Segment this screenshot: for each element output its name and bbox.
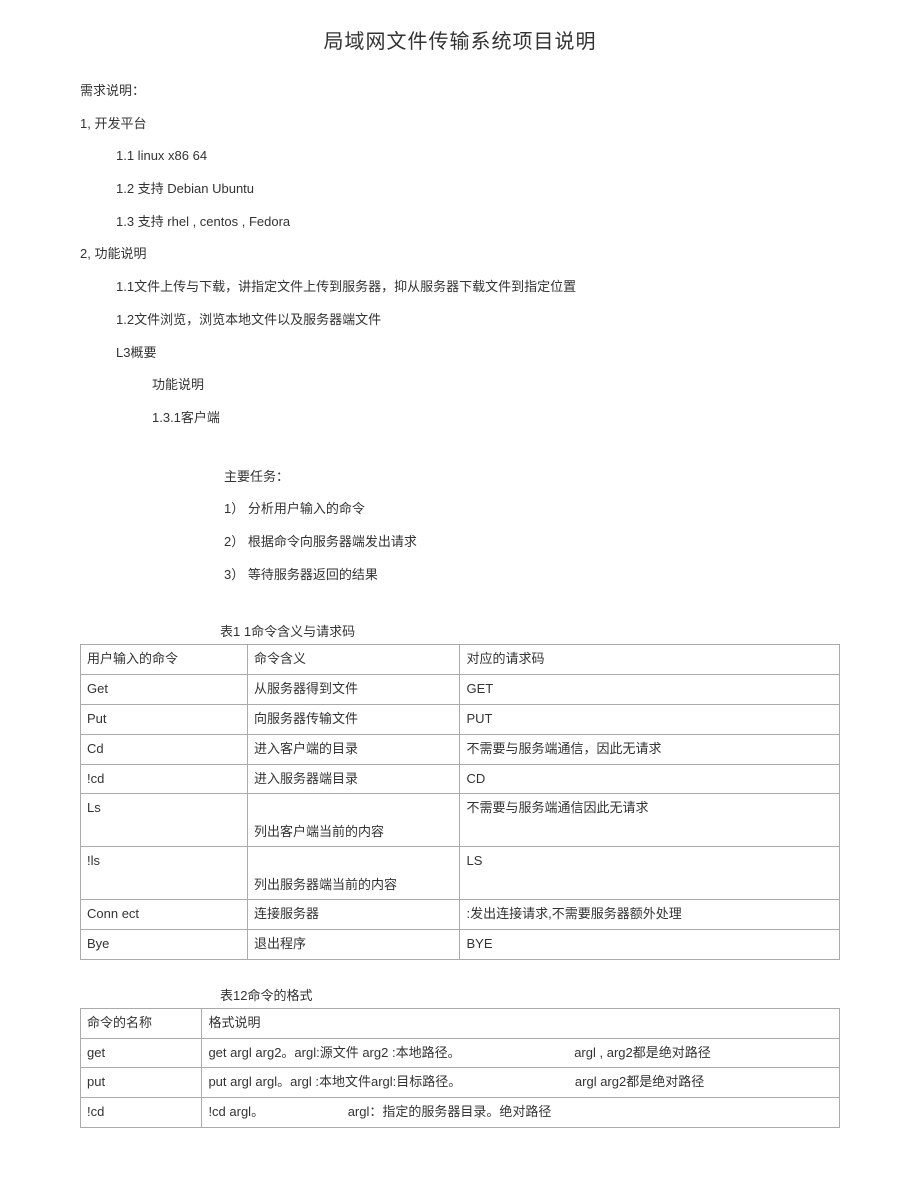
td: 列出服务器端当前的内容 — [247, 847, 460, 900]
sec2-heading: 2, 功能说明 — [80, 242, 840, 267]
td: Get — [81, 675, 248, 705]
sec2-line: 1.2文件浏览，浏览本地文件以及服务器端文件 — [80, 308, 840, 333]
table-row: Get 从服务器得到文件 GET — [81, 675, 840, 705]
fmt-note: argl：指定的服务器目录。绝对路径 — [348, 1102, 552, 1123]
td: Bye — [81, 930, 248, 960]
td: LS — [460, 847, 840, 900]
td: get argl arg2。argl:源文件 arg2 :本地路径。 argl … — [202, 1038, 840, 1068]
table-row: 命令的名称 格式说明 — [81, 1008, 840, 1038]
intro-label: 需求说明： — [80, 79, 840, 104]
td: 列出客户端当前的内容 — [247, 794, 460, 847]
table-row: put put argl argl。argl :本地文件argl:目标路径。 a… — [81, 1068, 840, 1098]
sec1-heading: 1, 开发平台 — [80, 112, 840, 137]
task-item: 1） 分析用户输入的命令 — [80, 497, 840, 522]
fmt-text: !cd argl。 — [208, 1104, 264, 1119]
fmt-note: argl arg2都是绝对路径 — [575, 1072, 704, 1093]
td: get — [81, 1038, 202, 1068]
td: 不需要与服务端通信因此无请求 — [460, 794, 840, 847]
td: GET — [460, 675, 840, 705]
table-row: !cd !cd argl。 argl：指定的服务器目录。绝对路径 — [81, 1098, 840, 1128]
td: :发出连接请求,不需要服务器额外处理 — [460, 900, 840, 930]
fmt-text: put argl argl。argl :本地文件argl:目标路径。 — [208, 1074, 461, 1089]
table-row: 用户输入的命令 命令含义 对应的请求码 — [81, 645, 840, 675]
table-row: Ls 列出客户端当前的内容 不需要与服务端通信因此无请求 — [81, 794, 840, 847]
sec2-line: L3概要 — [80, 341, 840, 366]
page-title: 局域网文件传输系统项目说明 — [80, 25, 840, 54]
td: !cd — [81, 764, 248, 794]
task-item: 2） 根据命令向服务器端发出请求 — [80, 530, 840, 555]
sec2-line: 1.1文件上传与下载，讲指定文件上传到服务器，抑从服务器下载文件到指定位置 — [80, 275, 840, 300]
td: Ls — [81, 794, 248, 847]
td: Cd — [81, 734, 248, 764]
table-row: Conn ect 连接服务器 :发出连接请求,不需要服务器额外处理 — [81, 900, 840, 930]
sec2-sub: 功能说明 — [80, 373, 840, 398]
table-row: Bye 退出程序 BYE — [81, 930, 840, 960]
td: !cd argl。 argl：指定的服务器目录。绝对路径 — [202, 1098, 840, 1128]
td: 向服务器传输文件 — [247, 704, 460, 734]
table1-caption: 表1 1命令含义与请求码 — [80, 621, 840, 640]
td: 从服务器得到文件 — [247, 675, 460, 705]
th: 对应的请求码 — [460, 645, 840, 675]
table-row: !cd 进入服务器端目录 CD — [81, 764, 840, 794]
table-row: Cd 进入客户端的目录 不需要与服务端通信，因此无请求 — [81, 734, 840, 764]
td: 退出程序 — [247, 930, 460, 960]
th: 命令含义 — [247, 645, 460, 675]
table-commands: 用户输入的命令 命令含义 对应的请求码 Get 从服务器得到文件 GET Put… — [80, 644, 840, 960]
td: CD — [460, 764, 840, 794]
td: 不需要与服务端通信，因此无请求 — [460, 734, 840, 764]
td: !ls — [81, 847, 248, 900]
sec1-item: 1.3 支持 rhel , centos , Fedora — [80, 210, 840, 235]
fmt-text: get argl arg2。argl:源文件 arg2 :本地路径。 — [208, 1045, 460, 1060]
td: PUT — [460, 704, 840, 734]
sec1-item: 1.2 支持 Debian Ubuntu — [80, 177, 840, 202]
th: 格式说明 — [202, 1008, 840, 1038]
fmt-note: argl , arg2都是绝对路径 — [574, 1043, 711, 1064]
table-row: get get argl arg2。argl:源文件 arg2 :本地路径。 a… — [81, 1038, 840, 1068]
td: put argl argl。argl :本地文件argl:目标路径。 argl … — [202, 1068, 840, 1098]
tasks-heading: 主要任务： — [80, 465, 840, 490]
td: Put — [81, 704, 248, 734]
td: put — [81, 1068, 202, 1098]
table2-caption: 表12命令的格式 — [80, 985, 840, 1004]
td: 进入客户端的目录 — [247, 734, 460, 764]
table-formats: 命令的名称 格式说明 get get argl arg2。argl:源文件 ar… — [80, 1008, 840, 1128]
th: 命令的名称 — [81, 1008, 202, 1038]
td: !cd — [81, 1098, 202, 1128]
th: 用户输入的命令 — [81, 645, 248, 675]
table-row: !ls 列出服务器端当前的内容 LS — [81, 847, 840, 900]
td: 进入服务器端目录 — [247, 764, 460, 794]
sec2-sub2: 1.3.1客户端 — [80, 406, 840, 431]
table-row: Put 向服务器传输文件 PUT — [81, 704, 840, 734]
td: 连接服务器 — [247, 900, 460, 930]
td: BYE — [460, 930, 840, 960]
task-item: 3） 等待服务器返回的结果 — [80, 563, 840, 588]
sec1-item: 1.1 linux x86 64 — [80, 144, 840, 169]
td: Conn ect — [81, 900, 248, 930]
